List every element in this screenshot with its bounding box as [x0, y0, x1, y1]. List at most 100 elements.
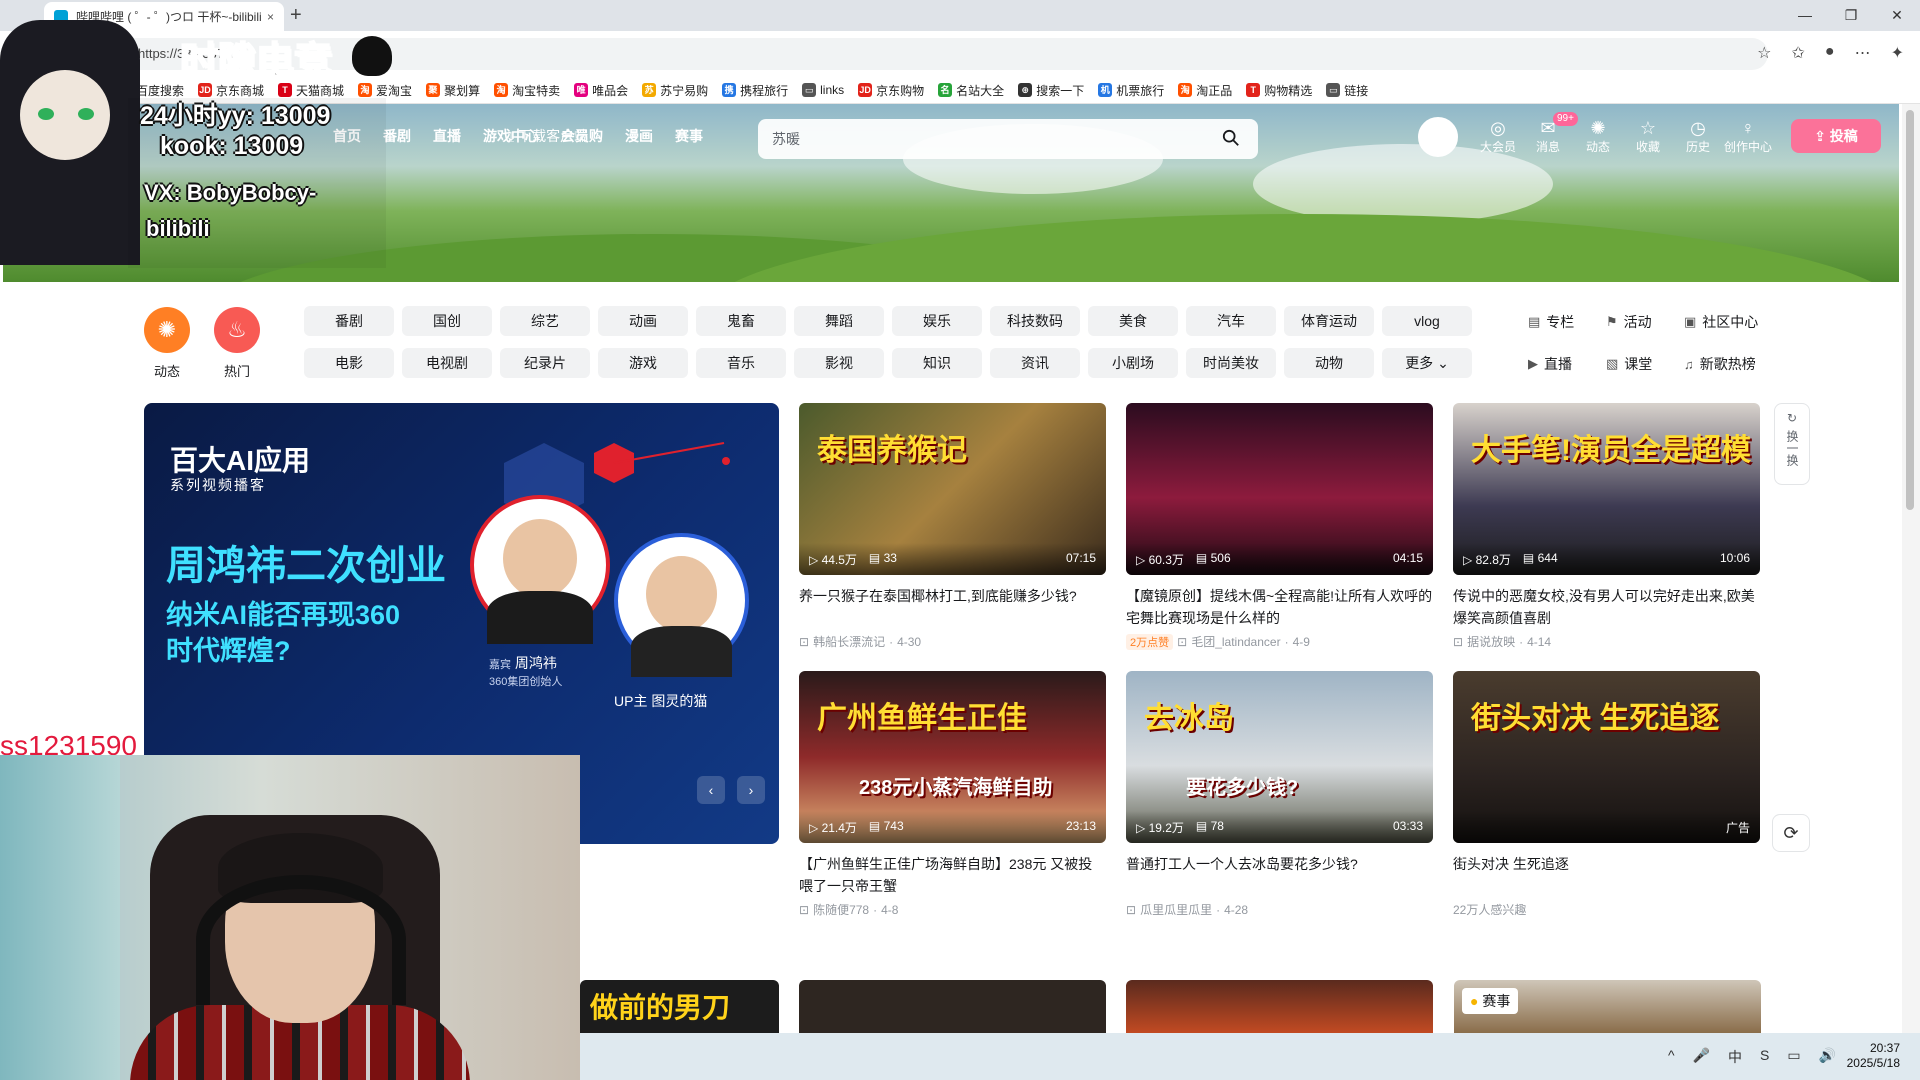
page-scrollbar[interactable] — [1902, 104, 1920, 1033]
channel-button[interactable]: 国创 — [402, 306, 492, 336]
video-card[interactable]: ▷ 60.3万 ▤ 506 04:15 【魔镜原创】提线木偶~全程高能!让所有人欢呼的… — [1126, 403, 1433, 650]
close-window-icon[interactable]: ✕ — [1874, 0, 1920, 31]
channel-button[interactable]: 更多 ⌄ — [1382, 348, 1472, 378]
tray-icon[interactable]: S — [1760, 1047, 1769, 1067]
bookmark-item[interactable]: ▭ links — [802, 83, 844, 97]
top-nav-item[interactable]: 漫画 — [625, 126, 653, 146]
bottom-video-thumb[interactable] — [1126, 980, 1433, 1033]
channel-button[interactable]: 知识 — [892, 348, 982, 378]
video-title[interactable]: 普通打工人一个人去冰岛要花多少钱? — [1126, 853, 1433, 897]
upload-button[interactable]: ⇪ 投稿 — [1791, 119, 1881, 153]
tray-icon[interactable]: 🎤 — [1693, 1047, 1710, 1067]
channel-button[interactable]: 综艺 — [500, 306, 590, 336]
carousel-prev-button[interactable]: ‹ — [697, 776, 725, 804]
channel-button[interactable]: vlog — [1382, 306, 1472, 336]
channel-button[interactable]: 舞蹈 — [794, 306, 884, 336]
header-entry[interactable]: ◎ 大会员 — [1473, 118, 1523, 155]
hot-button[interactable]: ♨ — [214, 307, 260, 353]
video-card[interactable]: 街头对决 生死追逐 广告街头对决 生死追逐 22万人感兴趣 — [1453, 671, 1760, 918]
video-title[interactable]: 【魔镜原创】提线木偶~全程高能!让所有人欢呼的宅舞比赛现场是什么样的 — [1126, 585, 1433, 629]
user-avatar[interactable] — [1418, 117, 1458, 157]
channel-button[interactable]: 鬼畜 — [696, 306, 786, 336]
video-thumbnail[interactable]: 广州鱼鲜生正佳 238元小蒸汽海鲜自助 ▷ 21.4万 ▤ 743 23:13 — [799, 671, 1106, 843]
video-author[interactable]: 据说放映 — [1467, 633, 1515, 650]
video-author[interactable]: 毛团_latindancer — [1191, 633, 1280, 650]
bookmark-item[interactable]: T 购物精选 — [1246, 82, 1312, 99]
channel-button[interactable]: 资讯 — [990, 348, 1080, 378]
side-channel-link[interactable]: ♫ 新歌热榜 — [1684, 354, 1756, 374]
favorites-icon[interactable]: ✩ — [1792, 43, 1805, 63]
copilot-icon[interactable]: ✦ — [1891, 43, 1904, 63]
video-title[interactable]: 【广州鱼鲜生正佳广场海鲜自助】238元 又被投喂了一只帝王蟹 — [799, 853, 1106, 897]
search-icon[interactable] — [1222, 129, 1240, 147]
channel-button[interactable]: 电影 — [304, 348, 394, 378]
bookmark-item[interactable]: 淘淘正品 — [1178, 82, 1232, 99]
video-author[interactable]: 陈随便778 — [813, 901, 869, 918]
channel-button[interactable]: 小剧场 — [1088, 348, 1178, 378]
channel-button[interactable]: 番剧 — [304, 306, 394, 336]
channel-button[interactable]: 动画 — [598, 306, 688, 336]
video-card[interactable]: 大手笔!演员全是超模 ▷ 82.8万 ▤ 644 10:06 传说中的恶魔女校,没有男人… — [1453, 403, 1760, 650]
bookmark-item[interactable]: 名名站大全 — [938, 82, 1004, 99]
replay-button[interactable]: ⟳ — [1772, 814, 1810, 852]
top-nav-item[interactable]: 番剧 — [383, 126, 411, 146]
video-author[interactable]: 瓜里瓜里瓜里 — [1140, 901, 1212, 918]
bookmark-item[interactable]: JD 京东购物 — [858, 82, 924, 99]
bookmark-item[interactable]: ⊕ 搜索一下 — [1018, 82, 1084, 99]
video-author[interactable]: 22万人感兴趣 — [1453, 901, 1526, 918]
header-entry[interactable]: ◷ 历史 — [1673, 118, 1723, 155]
video-title[interactable]: 传说中的恶魔女校,没有男人可以完好走出来,欧美爆笑高颜值喜剧 — [1453, 585, 1760, 629]
header-entry[interactable]: ✉ 消息 99+ — [1523, 112, 1578, 155]
video-card[interactable]: 泰国养猴记 ▷ 44.5万 ▤ 33 07:15 养一只猴子在泰国椰林打工,到底能赚多少… — [799, 403, 1106, 650]
channel-button[interactable]: 娱乐 — [892, 306, 982, 336]
bottom-video-thumb[interactable] — [799, 980, 1106, 1033]
channel-button[interactable]: 体育运动 — [1284, 306, 1374, 336]
clock[interactable]: 20:37 2025/5/18 — [1847, 1041, 1900, 1071]
video-thumbnail[interactable]: 街头对决 生死追逐 广告 — [1453, 671, 1760, 843]
download-client-link[interactable]: ⤓ 下载客户端 — [508, 126, 588, 146]
tray-icon[interactable]: 中 — [1728, 1047, 1742, 1067]
top-nav-item[interactable]: 直播 — [433, 126, 461, 146]
bookmark-item[interactable]: 苏苏宁易购 — [642, 82, 708, 99]
header-entry[interactable]: ✺ 动态 — [1573, 118, 1623, 155]
restore-icon[interactable]: ❐ — [1828, 0, 1874, 31]
carousel-next-button[interactable]: › — [737, 776, 765, 804]
video-author[interactable]: 韩船长漂流记 — [813, 633, 885, 650]
video-title[interactable]: 街头对决 生死追逐 — [1453, 853, 1760, 897]
video-thumbnail[interactable]: 泰国养猴记 ▷ 44.5万 ▤ 33 07:15 — [799, 403, 1106, 575]
channel-button[interactable]: 影视 — [794, 348, 884, 378]
channel-button[interactable]: 汽车 — [1186, 306, 1276, 336]
search-input[interactable]: 苏暖 — [758, 119, 1258, 159]
header-entry[interactable]: ☆ 收藏 — [1623, 118, 1673, 155]
channel-button[interactable]: 纪录片 — [500, 348, 590, 378]
dynamic-button[interactable]: ✺ — [144, 307, 190, 353]
scrollbar-thumb[interactable] — [1906, 110, 1914, 510]
bookmark-item[interactable]: 携携程旅行 — [722, 82, 788, 99]
side-channel-link[interactable]: ⚑ 活动 — [1606, 312, 1652, 332]
more-icon[interactable]: ⋯ — [1855, 43, 1871, 63]
video-thumbnail[interactable]: 大手笔!演员全是超模 ▷ 82.8万 ▤ 644 10:06 — [1453, 403, 1760, 575]
bottom-video-thumb[interactable]: 做前的男刀 — [580, 980, 779, 1033]
side-channel-link[interactable]: ▤ 专栏 — [1528, 312, 1574, 332]
side-channel-link[interactable]: ▶ 直播 — [1528, 354, 1572, 374]
channel-button[interactable]: 科技数码 — [990, 306, 1080, 336]
bookmark-item[interactable]: 唯唯品会 — [574, 82, 628, 99]
refresh-button[interactable]: ↻ 换一换 — [1774, 403, 1810, 485]
side-channel-link[interactable]: ▧ 课堂 — [1606, 354, 1652, 374]
channel-button[interactable]: 动物 — [1284, 348, 1374, 378]
bookmark-item[interactable]: ▭ 链接 — [1326, 82, 1368, 99]
profile-icon[interactable]: ● — [1825, 43, 1835, 63]
tray-icon[interactable]: ▭ — [1787, 1047, 1800, 1067]
channel-button[interactable]: 电视剧 — [402, 348, 492, 378]
video-thumbnail[interactable]: 去冰岛 要花多少钱? ▷ 19.2万 ▤ 78 03:33 — [1126, 671, 1433, 843]
bookmark-item[interactable]: 机机票旅行 — [1098, 82, 1164, 99]
top-nav-item[interactable]: 赛事 — [675, 126, 703, 146]
channel-button[interactable]: 音乐 — [696, 348, 786, 378]
tray-icon[interactable]: ^ — [1668, 1047, 1675, 1067]
channel-button[interactable]: 时尚美妆 — [1186, 348, 1276, 378]
star-icon[interactable]: ☆ — [1757, 43, 1771, 63]
side-channel-link[interactable]: ▣ 社区中心 — [1684, 312, 1758, 332]
bottom-video-thumb[interactable]: ● 赛事 — [1454, 980, 1761, 1033]
video-title[interactable]: 养一只猴子在泰国椰林打工,到底能赚多少钱? — [799, 585, 1106, 629]
channel-button[interactable]: 美食 — [1088, 306, 1178, 336]
